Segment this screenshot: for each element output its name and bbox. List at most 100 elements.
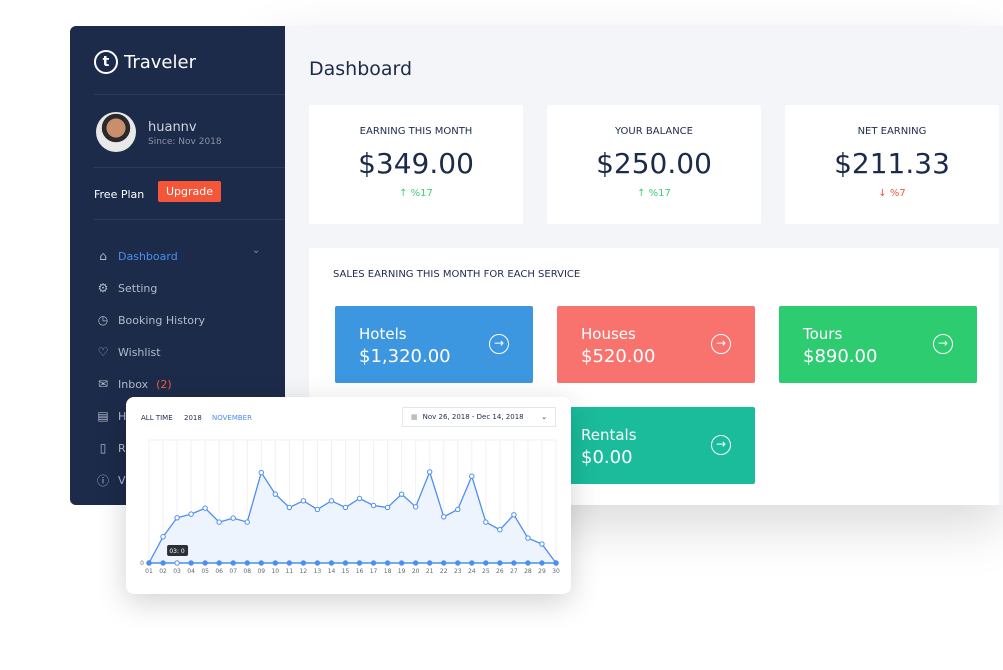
x-tick-label: 26 (496, 568, 504, 575)
data-point (146, 560, 152, 566)
x-tick-label: 04 (187, 568, 195, 575)
sidebar-item-label: V (118, 473, 126, 487)
data-point (539, 541, 545, 547)
service-tile-houses[interactable]: Houses $520.00 → (557, 306, 755, 383)
service-tile-tours[interactable]: Tours $890.00 → (779, 306, 977, 383)
data-point (174, 560, 180, 566)
sidebar-item-setting[interactable]: ⚙ Setting (96, 272, 205, 304)
page-title: Dashboard (309, 58, 413, 80)
sidebar-item-inbox[interactable]: ✉ Inbox (2) (96, 368, 205, 400)
data-point (469, 560, 475, 566)
mail-icon: ✉ (97, 377, 109, 391)
sidebar-item-label: R (118, 441, 126, 455)
sidebar-item-booking-history[interactable]: ◷ Booking History (96, 304, 205, 336)
x-tick-label: 03 (173, 568, 181, 575)
stat-label: EARNING THIS MONTH (359, 126, 473, 137)
data-point (370, 502, 377, 509)
x-tick-label: 01 (145, 568, 153, 575)
stat-value: $211.33 (834, 147, 950, 180)
data-point (216, 519, 222, 525)
arrow-right-icon[interactable]: → (711, 334, 731, 354)
sidebar-item-label: Inbox (118, 377, 149, 391)
x-tick-label: 12 (300, 568, 308, 575)
data-point (455, 506, 461, 513)
data-point (553, 560, 559, 566)
arrow-right-icon[interactable]: → (933, 334, 953, 354)
home-icon: ⌂ (99, 249, 107, 263)
data-point (314, 560, 321, 566)
divider (94, 167, 285, 168)
chevron-down-icon[interactable]: ⌄ (252, 245, 260, 256)
stat-change: ↑ %17 (637, 188, 671, 199)
x-tick-label: 25 (482, 568, 490, 575)
tag-icon: ♡ (97, 345, 109, 359)
service-name: Tours (803, 325, 843, 343)
x-tick-label: 27 (510, 568, 518, 575)
data-point (328, 498, 335, 504)
stat-value: $349.00 (358, 147, 474, 180)
data-point (370, 560, 377, 566)
service-amount: $520.00 (581, 346, 656, 367)
arrow-right-icon[interactable]: → (711, 435, 731, 455)
avatar[interactable] (96, 112, 136, 152)
x-tick-label: 16 (356, 568, 364, 575)
x-tick-label: 19 (398, 568, 406, 575)
data-point (300, 560, 307, 566)
service-name: Hotels (359, 325, 407, 343)
gear-icon: ⚙ (97, 281, 109, 295)
data-point (426, 560, 433, 566)
x-tick-label: 10 (271, 568, 279, 575)
service-amount: $1,320.00 (359, 346, 451, 367)
stat-label: NET EARNING (857, 126, 927, 137)
x-tick-label: 24 (468, 568, 476, 575)
user-since: Since: Nov 2018 (148, 137, 222, 147)
data-point (328, 560, 335, 566)
stat-change: ↓ %7 (878, 188, 906, 199)
service-tile-hotels[interactable]: Hotels $1,320.00 → (335, 306, 533, 383)
data-point (511, 560, 517, 566)
data-point (286, 504, 293, 511)
sidebar-item-label: Booking History (118, 313, 206, 327)
data-point (188, 511, 194, 517)
sidebar-item-dashboard[interactable]: ⌂ Dashboard (96, 240, 205, 272)
data-point (202, 560, 208, 566)
service-tile-rentals[interactable]: Rentals $0.00 → (557, 407, 755, 484)
sales-title: SALES EARNING THIS MONTH FOR EACH SERVIC… (333, 269, 581, 280)
area-fill (149, 471, 556, 563)
data-point (412, 504, 419, 510)
brand-logo[interactable]: t Traveler (94, 50, 196, 74)
x-tick-label: 15 (342, 568, 350, 575)
document-icon: ▯ (99, 441, 107, 455)
service-amount: $0.00 (581, 447, 633, 468)
stat-label: YOUR BALANCE (614, 126, 693, 137)
data-point (286, 560, 293, 566)
data-point (384, 560, 391, 566)
user-name: huannv (148, 120, 197, 135)
x-tick-label: 22 (440, 568, 448, 575)
x-tick-label: 02 (159, 568, 167, 575)
data-point (441, 560, 447, 566)
inbox-badge: (2) (156, 377, 172, 391)
data-point (525, 560, 531, 566)
data-point (244, 519, 250, 525)
x-tick-label: 30 (552, 568, 560, 575)
x-tick-label: 28 (524, 568, 532, 575)
data-point (230, 560, 236, 566)
data-point (483, 519, 489, 525)
stat-card: NET EARNING $211.33 ↓ %7 (785, 105, 999, 224)
upgrade-button[interactable]: Upgrade (158, 181, 222, 202)
chart-card: ALL TIME 2018 NOVEMBER ▦ Nov 26, 2018 - D… (126, 397, 571, 594)
x-tick-label: 08 (243, 568, 251, 575)
data-point (426, 469, 433, 475)
divider (94, 94, 285, 95)
arrow-right-icon[interactable]: → (489, 334, 509, 354)
sidebar-item-wishlist[interactable]: ♡ Wishlist (96, 336, 205, 368)
data-point (441, 514, 447, 520)
data-point (160, 534, 166, 540)
data-point (314, 506, 321, 513)
data-point (497, 527, 503, 533)
data-point (300, 498, 307, 504)
data-point (230, 515, 236, 521)
data-point (342, 560, 349, 566)
data-point (497, 560, 503, 566)
